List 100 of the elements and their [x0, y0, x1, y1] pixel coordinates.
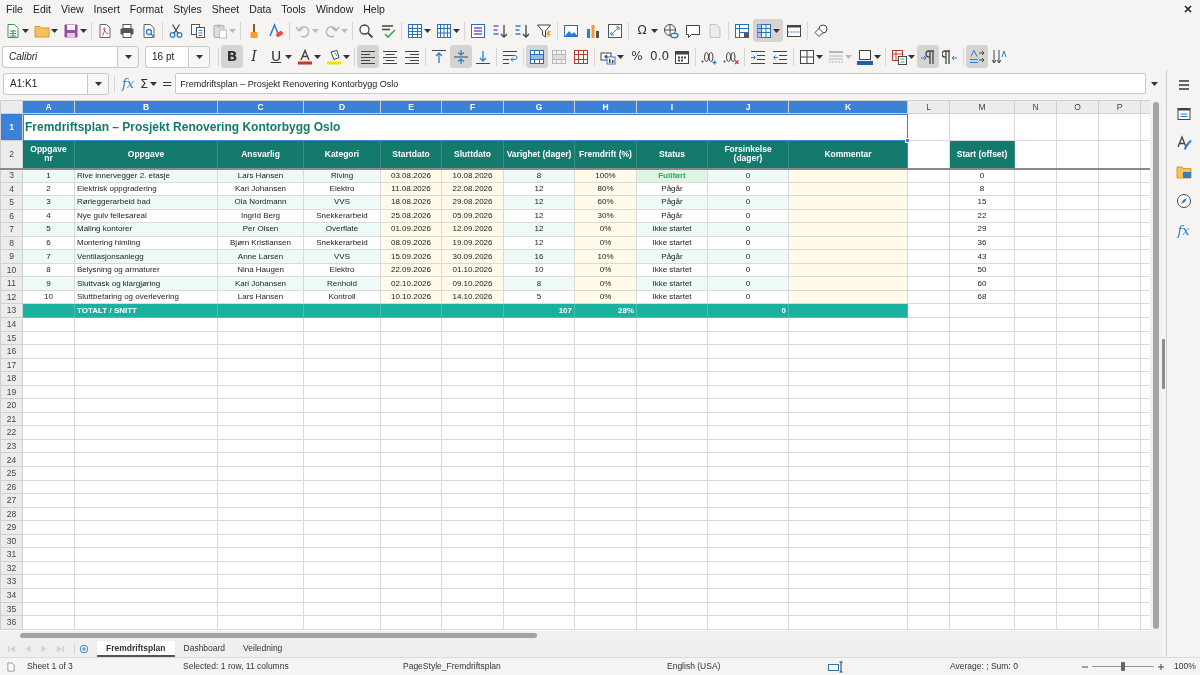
- highlighter-icon[interactable]: [326, 48, 342, 65]
- fill-handle[interactable]: [905, 138, 910, 143]
- column-header[interactable]: N: [1014, 100, 1057, 114]
- conditional-format-icon[interactable]: [891, 48, 908, 65]
- number-format-button[interactable]: 0.0: [648, 45, 672, 68]
- vertical-arrows-icon[interactable]: [991, 48, 1008, 65]
- sidebar-handle[interactable]: [1162, 338, 1165, 389]
- dropdown-button[interactable]: [117, 45, 139, 68]
- column-header[interactable]: G: [503, 100, 575, 114]
- formula-input-field[interactable]: Fremdriftsplan – Prosjekt Renovering Kontorbygg Oslo: [175, 73, 1146, 94]
- align-left-button[interactable]: [357, 45, 379, 68]
- eraser-icon[interactable]: [268, 22, 284, 39]
- column-header[interactable]: M: [949, 100, 1015, 114]
- globe-link-icon[interactable]: [663, 22, 679, 39]
- zoom-percentage[interactable]: 100%: [1174, 660, 1196, 673]
- calendar-icon[interactable]: [674, 48, 691, 65]
- column-header[interactable]: E: [380, 100, 442, 114]
- menu-item[interactable]: Sheet: [206, 0, 245, 18]
- funnel-icon[interactable]: [536, 22, 552, 39]
- column-header[interactable]: I: [636, 100, 708, 114]
- dropdown-button[interactable]: [188, 45, 210, 68]
- row-number[interactable]: 2: [0, 140, 23, 169]
- column-header[interactable]: L: [907, 100, 950, 114]
- compass-icon[interactable]: [1175, 193, 1192, 209]
- caret-icon[interactable]: [424, 28, 431, 33]
- font-color-icon[interactable]: [297, 48, 313, 65]
- left-to-right-button[interactable]: [917, 45, 940, 68]
- sheet-tab[interactable]: Fremdriftsplan: [97, 641, 175, 657]
- caret-icon[interactable]: [453, 28, 460, 33]
- sort-ascending-icon[interactable]: [492, 22, 508, 39]
- merge-and-center-button[interactable]: [526, 45, 548, 68]
- properties-icon[interactable]: [1175, 106, 1192, 122]
- add-circle-icon[interactable]: [79, 644, 89, 654]
- table-icon[interactable]: [407, 22, 423, 39]
- column-header[interactable]: P: [1098, 100, 1141, 114]
- font-name-field[interactable]: Calibri: [2, 45, 117, 68]
- caret-icon[interactable]: [651, 28, 658, 33]
- caret-icon[interactable]: [617, 54, 624, 59]
- split-window-icon[interactable]: [786, 22, 802, 39]
- pivot-table-icon[interactable]: [607, 22, 623, 39]
- sum-button[interactable]: Σ: [136, 72, 153, 95]
- column-header[interactable]: B: [74, 100, 218, 114]
- border-color-icon[interactable]: [857, 48, 874, 65]
- sort-descending-icon[interactable]: [514, 22, 530, 39]
- dropdown-button[interactable]: [87, 72, 109, 95]
- function-wizard-button[interactable]: fx: [120, 72, 137, 95]
- speech-bubble-icon[interactable]: [685, 22, 701, 39]
- sheet-tab[interactable]: Veiledning: [234, 641, 292, 657]
- image-icon[interactable]: [563, 22, 579, 39]
- selection-mode-icon[interactable]: [828, 660, 844, 673]
- scissors-icon[interactable]: [168, 22, 184, 39]
- scrollbar-thumb[interactable]: [20, 633, 537, 638]
- name-box-field[interactable]: A1:K1: [3, 72, 87, 95]
- column-header[interactable]: O: [1056, 100, 1099, 114]
- functions-button[interactable]: fx: [1172, 219, 1195, 242]
- style-brush-icon[interactable]: [1175, 135, 1192, 151]
- formula-button[interactable]: =: [159, 72, 176, 95]
- menu-item[interactable]: Window: [310, 0, 359, 18]
- underline-button[interactable]: U: [265, 45, 287, 68]
- caret-icon[interactable]: [51, 28, 58, 33]
- column-header[interactable]: F: [441, 100, 504, 114]
- spreadsheet-icon[interactable]: [5, 22, 21, 39]
- indent-decrease-icon[interactable]: [772, 48, 789, 65]
- search-icon[interactable]: [358, 22, 374, 39]
- scrollbar-thumb[interactable]: [1153, 102, 1159, 629]
- table-icon[interactable]: [436, 22, 452, 39]
- merge-cells-icon[interactable]: [551, 48, 567, 65]
- column-header[interactable]: H: [574, 100, 637, 114]
- sort-icon[interactable]: [470, 22, 486, 39]
- caret-icon[interactable]: [285, 54, 292, 59]
- menu-item[interactable]: File: [1, 0, 28, 18]
- slider-thumb[interactable]: [1121, 662, 1125, 671]
- caret-icon[interactable]: [314, 54, 321, 59]
- gallery-icon[interactable]: [1175, 164, 1192, 180]
- caret-icon[interactable]: [816, 54, 824, 59]
- bar-chart-icon[interactable]: [585, 22, 601, 39]
- wrap-text-icon[interactable]: [502, 48, 518, 65]
- bold-button[interactable]: B: [221, 45, 243, 68]
- row-number[interactable]: 1: [0, 113, 23, 141]
- shapes-icon[interactable]: [813, 22, 829, 39]
- split-cells-icon[interactable]: [573, 48, 589, 65]
- menu-item[interactable]: Format: [124, 0, 169, 18]
- sheet-tab[interactable]: Dashboard: [174, 641, 235, 657]
- indent-increase-icon[interactable]: [750, 48, 767, 65]
- column-header[interactable]: A: [22, 100, 75, 114]
- column-header[interactable]: D: [303, 100, 381, 114]
- menu-item[interactable]: Help: [358, 0, 390, 18]
- font-size-field[interactable]: 16 pt: [145, 45, 188, 68]
- text-direction-button[interactable]: [966, 45, 989, 68]
- caret-icon[interactable]: [343, 54, 350, 59]
- pdf-document-icon[interactable]: [97, 22, 113, 39]
- menu-item[interactable]: Insert: [88, 0, 125, 18]
- caret-icon[interactable]: [874, 54, 882, 59]
- italic-button[interactable]: I: [243, 45, 265, 68]
- menu-item[interactable]: Styles: [168, 0, 207, 18]
- menu-item[interactable]: Edit: [27, 0, 56, 18]
- zoom-in-icon[interactable]: [1157, 662, 1165, 671]
- borders-icon[interactable]: [799, 48, 816, 65]
- spellcheck-icon[interactable]: [380, 22, 396, 39]
- caret-icon[interactable]: [22, 28, 29, 33]
